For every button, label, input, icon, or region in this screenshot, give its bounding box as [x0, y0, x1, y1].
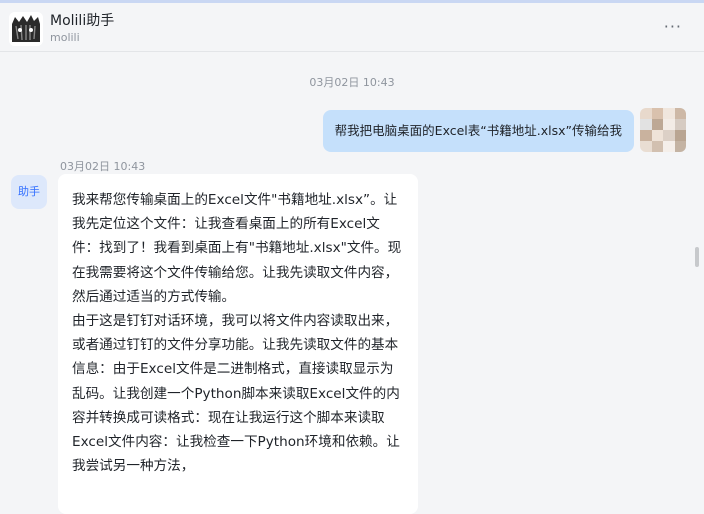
chat-title[interactable]: Molili助手 — [50, 10, 114, 30]
bot-message-bubble[interactable]: 我来帮您传输桌面上的Excel文件"书籍地址.xlsx”。让我先定位这个文件：让… — [58, 174, 418, 514]
bot-avatar[interactable]: 助手 — [11, 175, 47, 209]
bot-message-paragraph: 我来帮您传输桌面上的Excel文件"书籍地址.xlsx”。让我先定位这个文件：让… — [72, 192, 402, 305]
user-message-bubble[interactable]: 帮我把电脑桌面的Excel表“书籍地址.xlsx”传输给我 — [322, 110, 634, 152]
chat-avatar[interactable] — [9, 12, 43, 46]
chat-header: Molili助手 molili ··· — [0, 3, 704, 52]
bot-message-timestamp: 03月02日 10:43 — [60, 160, 146, 173]
user-avatar[interactable] — [640, 108, 686, 152]
message-timestamp: 03月02日 10:43 — [309, 76, 395, 89]
scrollbar-thumb[interactable] — [695, 247, 699, 267]
chat-subtitle: molili — [50, 31, 80, 44]
more-dots-icon[interactable]: ··· — [664, 17, 682, 36]
bot-message-paragraph: 由于这是钉钉对话环境，我可以将文件内容读取出来，或者通过钉钉的文件分享功能。让我… — [72, 313, 400, 475]
